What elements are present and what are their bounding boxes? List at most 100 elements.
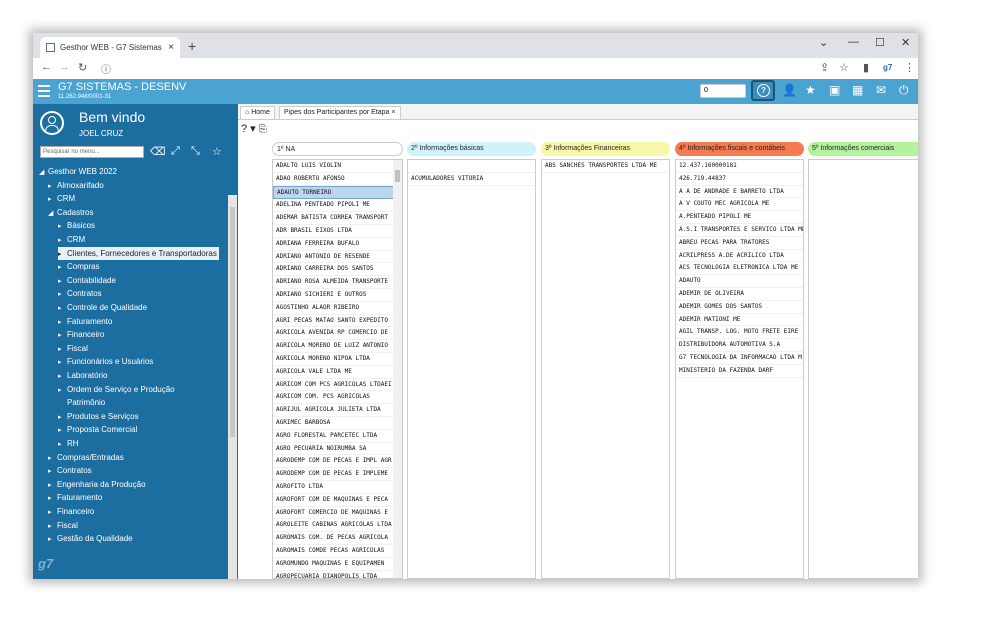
list-item[interactable]: AGROFITO LTDA (273, 481, 394, 494)
list-item[interactable]: ADAUTO TORNEIRO (273, 185, 396, 200)
sidebar-item[interactable]: ▸ Laboratório (58, 369, 107, 382)
browser-tab[interactable]: Gesthor WEB - G7 Sistemas × (40, 37, 180, 58)
sidebar-item[interactable]: ▸ Contabilidade (58, 274, 116, 287)
list-item[interactable]: AGRI PECAS MATAO SANTO EXPEDITO (273, 315, 394, 328)
tab-search-icon[interactable]: ⌄ (819, 36, 828, 49)
list-item[interactable]: ADELINA PENTEADO PIPOLI ME (273, 199, 394, 213)
sidebar-item[interactable]: ▸ Básicos (58, 219, 95, 232)
list-item[interactable]: ADALTO LUIS VIOLIN (273, 160, 394, 173)
list-item[interactable]: MINISTERIO DA FAZENDA DARF (676, 365, 803, 378)
close-tab-icon[interactable]: × (391, 109, 395, 116)
list-item[interactable]: ADEMIR GOMES DOS SANTOS (676, 301, 803, 314)
close-window-icon[interactable]: ✕ (901, 36, 910, 49)
sidebar-item[interactable]: ▸ Financeiro (58, 328, 104, 341)
list-item[interactable]: ADEMIR DE OLIVEIRA (676, 288, 803, 301)
help-dropdown[interactable]: ? ▾ (241, 123, 256, 135)
list-item[interactable]: AGRICOM COM PCS AGRICOLAS LTDAEI (273, 379, 394, 392)
list-item[interactable]: ADAUTO (676, 275, 803, 288)
header-input[interactable]: 0 (700, 84, 746, 98)
list-item[interactable]: AGRIJUL AGRICOLA JULIETA LTDA (273, 404, 394, 417)
power-icon[interactable]: ⏻ (899, 83, 909, 97)
inbox-icon[interactable]: ✉ (876, 83, 886, 97)
maximize-icon[interactable]: ☐ (875, 36, 885, 49)
reload-icon[interactable]: ↻ (78, 61, 87, 74)
sidebar-item[interactable]: ▸ Engenharia da Produção (48, 478, 146, 491)
list-item[interactable]: AGRODEMP COM DE PECAS E IMPL AGR (273, 455, 394, 469)
tab-home[interactable]: ⌂ Home (240, 106, 275, 119)
list-item[interactable]: AGRICOLA MORENO DE LUIZ ANTONIO (273, 340, 394, 353)
sidebar-item[interactable]: ▸ Funcionários e Usuários (58, 355, 153, 368)
list-item[interactable]: ADRIANO ANTONIO DE RESENDE (273, 251, 394, 264)
favorite-star-icon[interactable]: ☆ (212, 145, 222, 158)
hamburger-icon[interactable] (38, 85, 50, 100)
list-item[interactable]: 426.719.44837 (676, 173, 803, 186)
sidebar-item[interactable]: ▸ Contratos (48, 464, 92, 477)
list-item[interactable]: A V COUTO MEC AGRICOLA ME (676, 198, 803, 212)
list-item[interactable]: AGRODEMP COM DE PECAS E IMPLEME (273, 468, 394, 481)
close-tab-icon[interactable]: × (168, 42, 174, 53)
sidebar-item[interactable]: ▸ Clientes, Fornecedores e Transportadora… (58, 246, 219, 260)
list-item[interactable]: AGROMUNDO MAQUINAS E EQUIPAMEN (273, 558, 394, 571)
sidebar-scrollbar[interactable] (228, 195, 237, 579)
list-item[interactable]: ADEMAR BATISTA CORREA TRANSPORT (273, 212, 394, 225)
list-scrollbar[interactable] (393, 160, 402, 578)
sidebar-item[interactable]: ▸ Financeiro (48, 505, 94, 518)
column-list[interactable]: 12.437.160000181 426.719.44837 A A DE ANDR… (675, 159, 804, 579)
list-item[interactable]: ADRIANO ROSA ALMEIDA TRANSPORTE (273, 276, 394, 289)
sidebar-item[interactable]: ◢ Cadastros (48, 206, 93, 219)
calendar-icon[interactable]: ▦ (852, 83, 863, 97)
expand-icon[interactable]: ⤢ (171, 145, 180, 158)
list-item[interactable]: ACS TECNOLOGIA ELETRONICA LTDA ME (676, 262, 803, 276)
url-input[interactable] (97, 60, 827, 75)
list-item[interactable]: ACRILPRESS A.DE ACRILICO LTDA (676, 250, 803, 263)
list-item[interactable]: G7 TECNOLOGIA DA INFORMACAO LTDA M (676, 352, 803, 365)
list-item[interactable]: AGRICOLA MORENO NIPOA LTDA (273, 353, 394, 366)
list-item[interactable]: A.S.I TRANSPORTES E SERVICO LTDA ME (676, 224, 803, 237)
list-item[interactable]: AGIL TRANSP. LOG. MOTO FRETE EIRE (676, 326, 803, 340)
list-item[interactable]: ADRIANA FERREIRA BUFALO (273, 238, 394, 251)
list-item[interactable]: ABREU PECAS PARA TRATORES (676, 237, 803, 250)
list-item[interactable]: AGRICOLA AVENIDA RP COMERCIO DE (273, 327, 394, 341)
list-item[interactable]: AGOSTINHO ALAOR RIBEIRO (273, 302, 394, 315)
forward-icon[interactable]: → (59, 61, 70, 73)
list-item[interactable]: ADRIANO CARREIRA DOS SANTOS (273, 263, 394, 277)
list-item[interactable]: AGROMAIS COMDE PECAS AGRICOLAS (273, 545, 394, 558)
help-button[interactable]: ? (751, 80, 775, 101)
list-item[interactable]: ADAO ROBERTO AFONSO (273, 173, 394, 186)
list-item[interactable]: AGROPECUARIA DIANOPOLIS LTDA (273, 571, 394, 579)
list-item[interactable]: AGROMAIS COM. DE PECAS AGRICOLA (273, 532, 394, 545)
column-list[interactable]: ACUMULADORES VITORIA (407, 159, 536, 579)
user-settings-icon[interactable]: 👤 (782, 83, 797, 97)
sidebar-item[interactable]: ▸ Compras/Entradas (48, 451, 124, 464)
column-list[interactable] (808, 159, 918, 579)
column-list[interactable]: ADALTO LUIS VIOLIN ADAO ROBERTO AFONSO ADA… (272, 159, 403, 579)
sidebar-item[interactable]: ▸ Produtos e Serviços (58, 410, 139, 423)
contact-card-icon[interactable]: ▣ (829, 83, 840, 97)
list-item[interactable]: ACUMULADORES VITORIA (408, 173, 535, 186)
sidebar-item[interactable]: ▸ Almoxarifado (48, 179, 104, 192)
list-item[interactable]: AGRO FLORESTAL PARCETEC LTDA (273, 430, 394, 443)
menu-search-input[interactable]: Pesquisar no menu... (40, 146, 144, 158)
list-item[interactable]: AGROFORT COMERCIO DE MAQUINAS E (273, 507, 394, 520)
sidebar-item[interactable]: ▸ RH (58, 437, 79, 450)
sidebar-item[interactable]: ▸ Faturamento (58, 315, 112, 328)
list-item[interactable]: A.PENTEADO PIPOLI ME (676, 211, 803, 224)
list-item[interactable]: AGROFORT COM DE MAQUINAS E PECA (273, 494, 394, 507)
sidebar-item[interactable]: ▸ CRM (58, 233, 85, 246)
list-item[interactable]: 12.437.160000181 (676, 160, 803, 173)
sidebar-item[interactable]: ▸ Ordem de Serviço e Produção (58, 383, 175, 396)
list-item[interactable]: A A DE ANDRADE E BARRETO LTDA (676, 186, 803, 199)
eraser-icon[interactable]: ⌫ (150, 145, 166, 158)
sidebar-item[interactable]: ▸ Faturamento (48, 491, 102, 504)
back-icon[interactable]: ← (41, 61, 52, 73)
sidebar-item[interactable]: ▸ Gestão da Qualidade (48, 532, 133, 545)
sidebar-item[interactable]: Patrimônio (58, 396, 105, 409)
sidebar-item[interactable]: ▸ Controle de Qualidade (58, 301, 147, 314)
list-item[interactable]: ADR BRASIL EIXOS LTDA (273, 225, 394, 238)
sidebar-item[interactable]: ▸ Contratos (58, 287, 102, 300)
menu-icon[interactable]: ⋮ (904, 61, 915, 74)
sidebar-item[interactable]: ▸ Compras (58, 260, 99, 273)
new-tab-icon[interactable]: + (188, 38, 196, 54)
column-list[interactable]: ABS SANCHES TRANSPORTES LTDA ME (541, 159, 670, 579)
list-item[interactable]: AGRIMEC BARBOSA (273, 417, 394, 430)
